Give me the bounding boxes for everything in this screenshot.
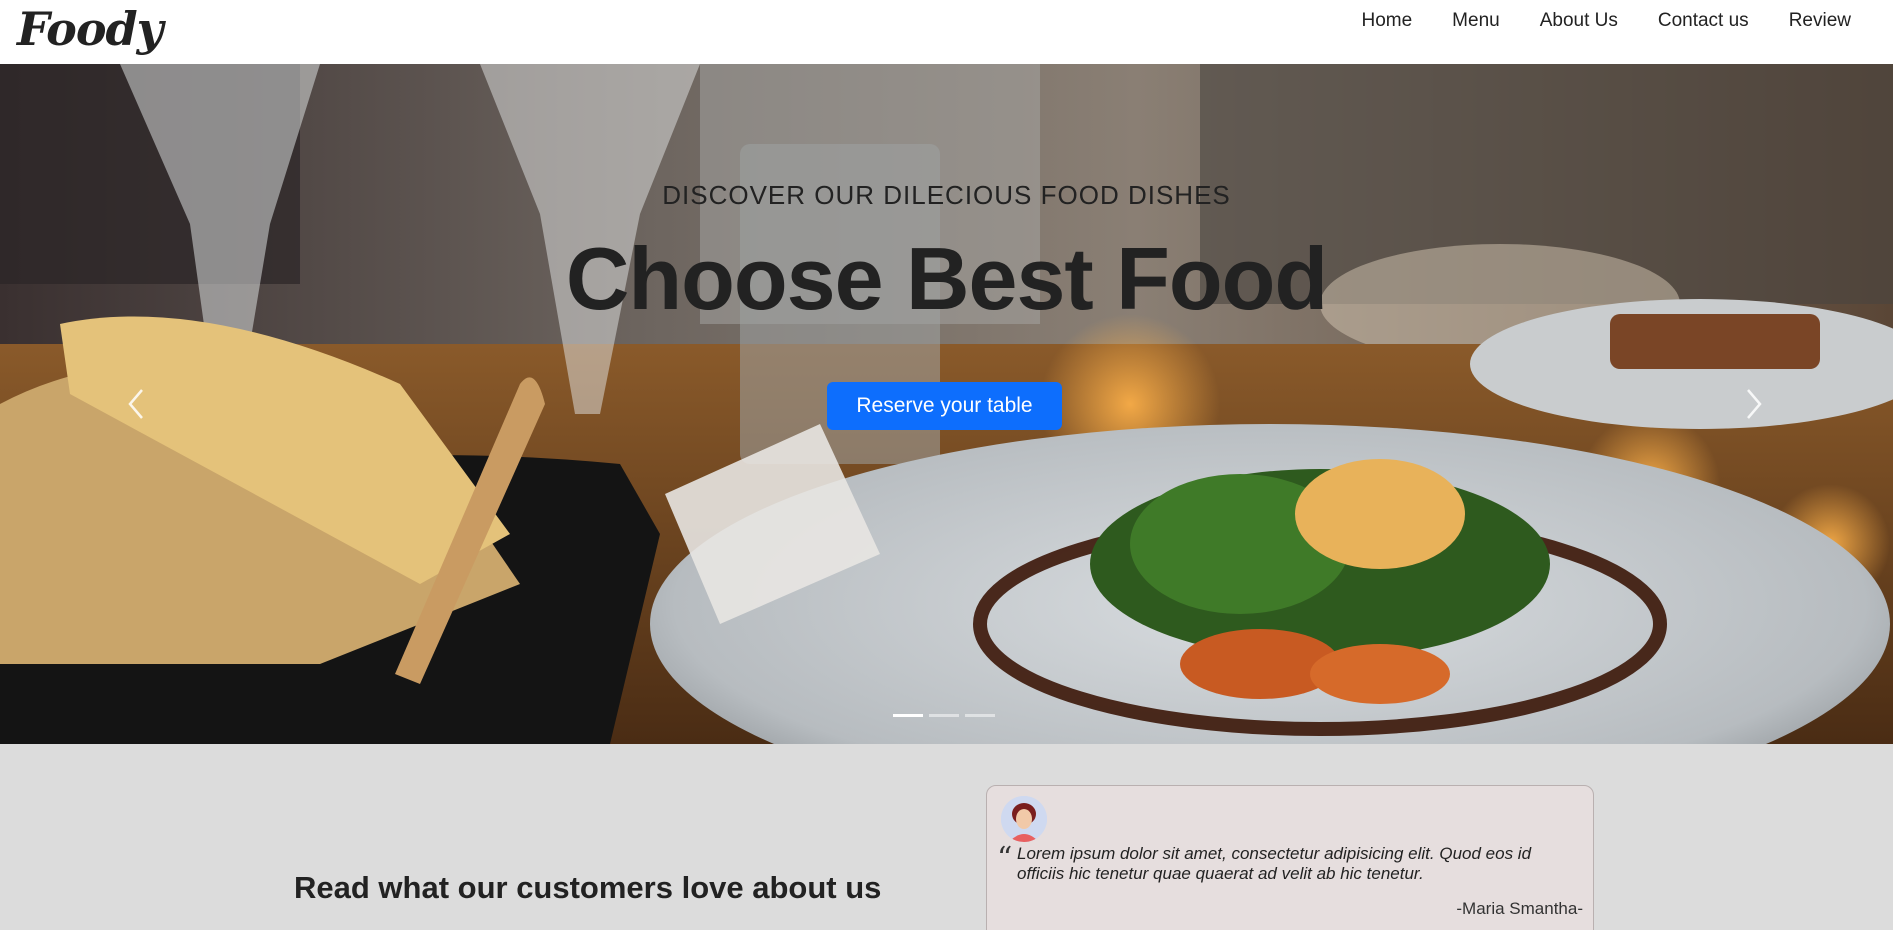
reserve-table-button[interactable]: Reserve your table bbox=[827, 382, 1062, 430]
quote-left-icon: “ bbox=[997, 841, 1013, 876]
carousel-indicator-1[interactable] bbox=[893, 714, 923, 717]
navbar: Foody Home Menu About Us Contact us Revi… bbox=[0, 0, 1893, 64]
carousel-indicator-3[interactable] bbox=[965, 714, 995, 717]
reviewer-avatar bbox=[1001, 796, 1047, 842]
nav-menu: Home Menu About Us Contact us Review bbox=[1361, 10, 1851, 32]
carousel-indicator-2[interactable] bbox=[929, 714, 959, 717]
nav-link-review[interactable]: Review bbox=[1789, 10, 1851, 32]
hero-title: Choose Best Food bbox=[565, 229, 1328, 328]
review-text: Lorem ipsum dolor sit amet, consectetur … bbox=[1017, 844, 1532, 883]
review-author: -Maria Smantha- bbox=[1456, 899, 1583, 918]
carousel-next-button[interactable] bbox=[1738, 384, 1768, 424]
hero-subtitle: DISCOVER OUR DILECIOUS FOOD DISHES bbox=[662, 180, 1231, 210]
review-card: “ Lorem ipsum dolor sit amet, consectetu… bbox=[986, 785, 1594, 930]
nav-link-about[interactable]: About Us bbox=[1540, 10, 1618, 32]
nav-link-contact[interactable]: Contact us bbox=[1658, 10, 1749, 32]
reviews-section: Read what our customers love about us “ … bbox=[0, 744, 1893, 930]
chevron-left-icon bbox=[128, 389, 143, 419]
nav-link-home[interactable]: Home bbox=[1361, 10, 1412, 32]
brand-logo[interactable]: Foody bbox=[17, 2, 163, 56]
carousel-prev-button[interactable] bbox=[122, 384, 152, 424]
hero-carousel: DISCOVER OUR DILECIOUS FOOD DISHES Choos… bbox=[0, 64, 1893, 744]
nav-link-menu[interactable]: Menu bbox=[1452, 10, 1500, 32]
carousel-indicators bbox=[893, 714, 995, 717]
reviews-heading: Read what our customers love about us bbox=[294, 870, 882, 905]
avatar-image bbox=[1001, 796, 1047, 842]
chevron-right-icon bbox=[1747, 389, 1762, 419]
